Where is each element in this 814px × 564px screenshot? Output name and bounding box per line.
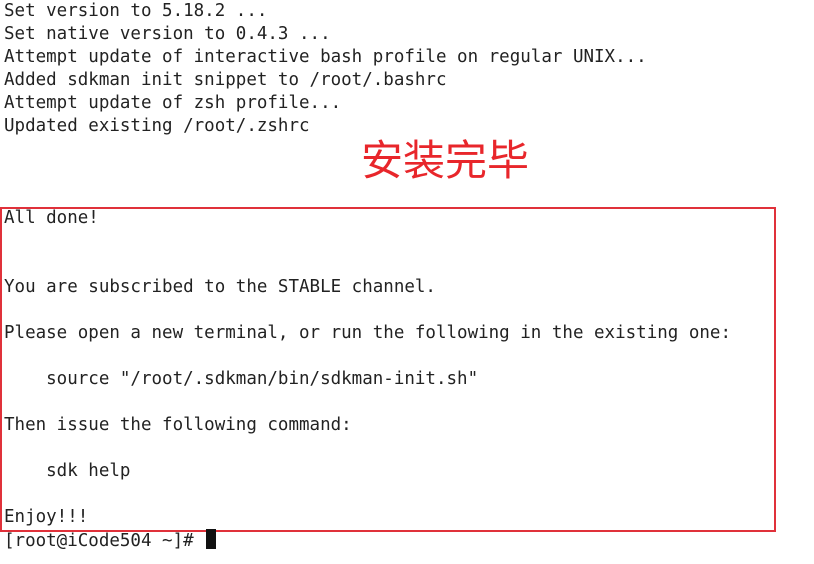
- output-line: Attempt update of zsh profile...: [4, 93, 342, 113]
- terminal-window[interactable]: Set version to 5.18.2 ... Set native ver…: [0, 0, 814, 564]
- output-line: Updated existing /root/.zshrc: [4, 116, 310, 136]
- all-done-line: All done!: [4, 208, 99, 228]
- sdk-help-line: sdk help: [4, 461, 131, 481]
- subscribed-line: You are subscribed to the STABLE channel…: [4, 277, 436, 297]
- please-open-line: Please open a new terminal, or run the f…: [4, 323, 731, 343]
- output-line: Set native version to 0.4.3 ...: [4, 24, 331, 44]
- prompt-line[interactable]: [root@iCode504 ~]#: [4, 529, 217, 552]
- install-complete-annotation: 安装完毕: [361, 136, 530, 185]
- output-line: Added sdkman init snippet to /root/.bash…: [4, 70, 447, 90]
- cursor: [206, 529, 217, 549]
- output-line: Set version to 5.18.2 ...: [4, 1, 268, 21]
- shell-prompt: [root@iCode504 ~]#: [4, 531, 205, 551]
- output-line: Attempt update of interactive bash profi…: [4, 47, 647, 67]
- source-command-line: source "/root/.sdkman/bin/sdkman-init.sh…: [4, 369, 479, 389]
- then-issue-line: Then issue the following command:: [4, 415, 352, 435]
- enjoy-line: Enjoy!!!: [4, 507, 89, 527]
